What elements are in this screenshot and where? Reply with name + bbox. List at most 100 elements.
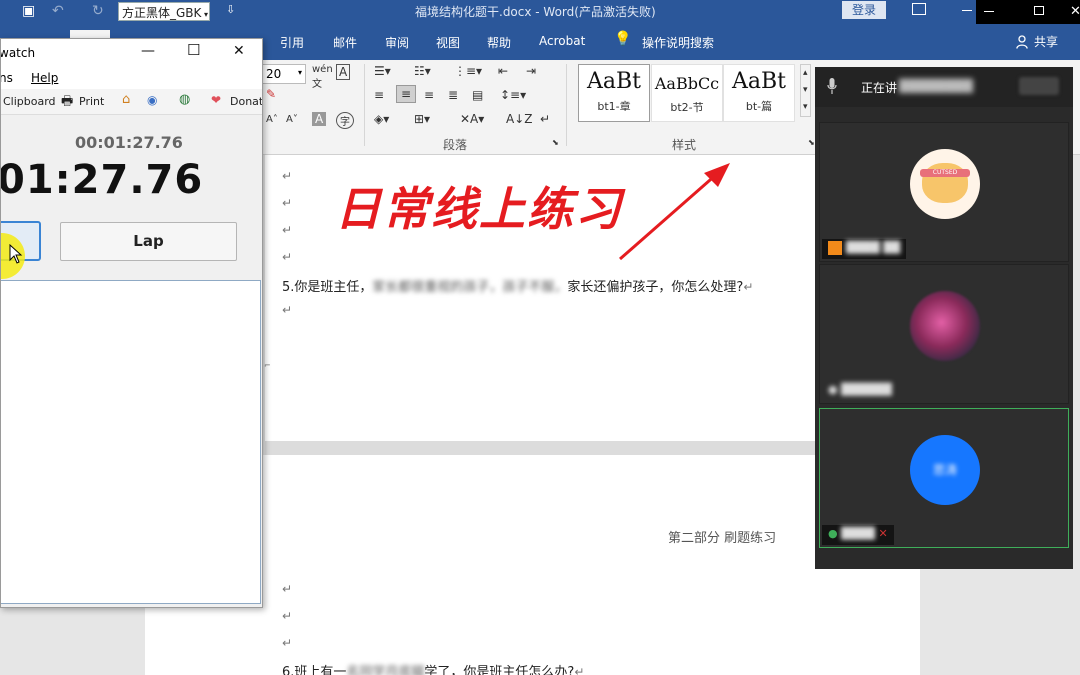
numbering-icon[interactable]: ☷▾ (414, 64, 431, 78)
tab-view[interactable]: 视图 (436, 34, 460, 51)
style-bt1[interactable]: AaBt bt1-章 (578, 64, 650, 122)
avatar: CUTSED (910, 149, 980, 219)
heart-icon: ❤ (211, 93, 222, 107)
tab-references[interactable]: 引用 (280, 34, 304, 51)
layout-toggle-icon[interactable] (1019, 77, 1059, 95)
text-effects-icon[interactable]: ✎ (266, 87, 276, 101)
avatar (910, 291, 980, 361)
print-button[interactable]: Print (79, 95, 104, 108)
paragraph-mark: ↵ (282, 582, 293, 596)
redo-icon[interactable]: ↻ (92, 3, 104, 19)
decrease-indent-icon[interactable]: ⇤ (498, 64, 508, 78)
speaker-name: ████████ (899, 79, 973, 93)
clipboard-button[interactable]: Clipboard (3, 95, 56, 108)
align-right-icon[interactable]: ≡ (424, 88, 434, 102)
participant-name: ● ██████ (828, 383, 892, 396)
line-spacing-icon[interactable]: ↕≡▾ (500, 88, 526, 102)
align-center-icon[interactable]: ≡ (396, 85, 417, 103)
minimize-icon[interactable] (984, 11, 994, 12)
stopwatch-menu-bar: ns Help (1, 67, 262, 89)
microphone-icon[interactable] (827, 77, 837, 95)
maximize-icon[interactable]: ☐ (187, 41, 200, 59)
lap-list[interactable] (1, 280, 261, 604)
home-icon[interactable]: ⌂ (122, 92, 130, 107)
speaking-label: 正在讲 (861, 81, 898, 95)
character-border-icon[interactable]: A (336, 64, 351, 80)
character-shading-icon[interactable]: A (312, 112, 327, 126)
paragraph-mark: ↵ (282, 636, 293, 650)
tab-acrobat[interactable]: Acrobat (539, 34, 585, 48)
style-bt-pian[interactable]: AaBt bt-篇 (723, 64, 795, 122)
distributed-icon[interactable]: ▤ (472, 88, 483, 102)
lightbulb-icon: 💡 (614, 31, 632, 47)
menu-options[interactable]: ns (1, 71, 13, 85)
word-title-bar: ▣ ↶ ↻ 方正黑体_GBK ▾ ⇩ 福境结构化题干.docx - Word(产… (0, 0, 1080, 24)
stopwatch-window: watch — ☐ ✕ ns Help Clipboard 🖶 Print ⌂ … (0, 38, 263, 608)
stopwatch-title-bar[interactable]: watch — ☐ ✕ (0, 39, 262, 67)
borders-icon[interactable]: ⊞▾ (414, 112, 430, 126)
paragraph-mark: ↵ (282, 609, 293, 623)
stopwatch-toolbar: Clipboard 🖶 Print ⌂ ◉ ◍ ❤ Donate (1, 89, 262, 115)
show-marks-icon[interactable]: ↵ (540, 112, 550, 126)
multilevel-list-icon[interactable]: ⋮≡▾ (454, 64, 482, 78)
printer-icon[interactable]: 🖶 (61, 92, 73, 114)
menu-help[interactable]: Help (31, 71, 58, 85)
grow-font-icon[interactable]: A˄ (266, 114, 278, 125)
paragraph-dialog-launcher-icon[interactable]: ⬊ (552, 138, 559, 147)
close-icon[interactable]: ✕ (1070, 4, 1080, 19)
enclose-characters-icon[interactable]: 字 (336, 112, 354, 129)
meeting-panel: 正在讲 ████████ CUTSED ████ ██ ● ██████ 思涛 … (815, 67, 1073, 569)
customize-toolbar-icon[interactable]: ⇩ (226, 3, 235, 16)
tab-review[interactable]: 审阅 (385, 34, 409, 51)
quick-font-select[interactable]: 方正黑体_GBK ▾ (118, 2, 210, 21)
styles-scroll-icon[interactable]: ▴ ▾ ▾ (800, 64, 811, 117)
font-size-select[interactable]: 20 ▾ (262, 64, 306, 84)
help-icon[interactable]: ◉ (147, 93, 157, 107)
red-arrow-icon (619, 163, 730, 261)
save-icon[interactable]: ▣ (22, 3, 35, 19)
donate-button[interactable]: Donate (230, 95, 262, 108)
sort-icon[interactable]: A↓Z (506, 112, 532, 126)
close-icon[interactable]: ✕ (233, 43, 245, 59)
align-left-icon[interactable]: ≡ (374, 88, 384, 102)
tab-mailings[interactable]: 邮件 (333, 34, 357, 51)
undo-icon[interactable]: ↶ (52, 3, 64, 19)
ribbon-display-options-icon[interactable] (912, 3, 926, 15)
paragraph-mark: ↵ (282, 169, 293, 183)
paragraph-mark: ↵ (282, 250, 293, 264)
bullets-icon[interactable]: ☰▾ (374, 64, 391, 78)
stopwatch-title: watch (0, 46, 36, 60)
avatar: 思涛 (910, 435, 980, 505)
styles-group-label: 样式 (672, 138, 697, 152)
minimize-icon[interactable]: — (141, 43, 155, 59)
elapsed-time: 01:27.76 (0, 157, 204, 203)
style-bt2[interactable]: AaBbCc bt2-节 (651, 64, 723, 122)
participant-tile[interactable]: ● ██████ (819, 264, 1069, 404)
update-icon[interactable]: ◍ (179, 92, 190, 107)
justify-icon[interactable]: ≣ (448, 88, 458, 102)
participant-tile[interactable]: CUTSED ████ ██ (819, 122, 1069, 262)
practice-banner: 日常线上练习 (335, 182, 623, 236)
share-button[interactable]: 共享 (1034, 33, 1058, 50)
minimize-icon[interactable] (962, 10, 972, 11)
phonetic-guide-icon[interactable]: wén 文 (312, 64, 333, 90)
tell-me-search[interactable]: 操作说明搜索 (642, 34, 714, 51)
redacted-text: 家长都很重视的孩子，孩子不服， (372, 280, 568, 295)
tab-help[interactable]: 帮助 (487, 34, 511, 51)
styles-dialog-launcher-icon[interactable]: ⬊ (808, 138, 815, 147)
participant-name: ● ████ ✕ (822, 525, 894, 545)
paragraph-mark: ↵ (282, 196, 293, 210)
window-controls: ✕ (976, 0, 1080, 24)
restore-icon[interactable] (1034, 6, 1044, 15)
paragraph-mark: ↵ (282, 303, 293, 317)
page-header: 第二部分 刷题练习 (668, 531, 777, 546)
shrink-font-icon[interactable]: A˅ (286, 114, 298, 125)
shading-icon[interactable]: ◈▾ (374, 112, 389, 126)
lap-button[interactable]: Lap (60, 222, 237, 261)
chinese-layout-icon[interactable]: ✕A▾ (460, 112, 484, 126)
participant-tile[interactable]: 思涛 ● ████ ✕ (819, 408, 1069, 548)
total-time: 00:01:27.76 (75, 133, 183, 152)
document-title: 福境结构化题干.docx - Word(产品激活失败) (415, 5, 656, 19)
increase-indent-icon[interactable]: ⇥ (526, 64, 536, 78)
login-button[interactable]: 登录 (842, 1, 886, 19)
